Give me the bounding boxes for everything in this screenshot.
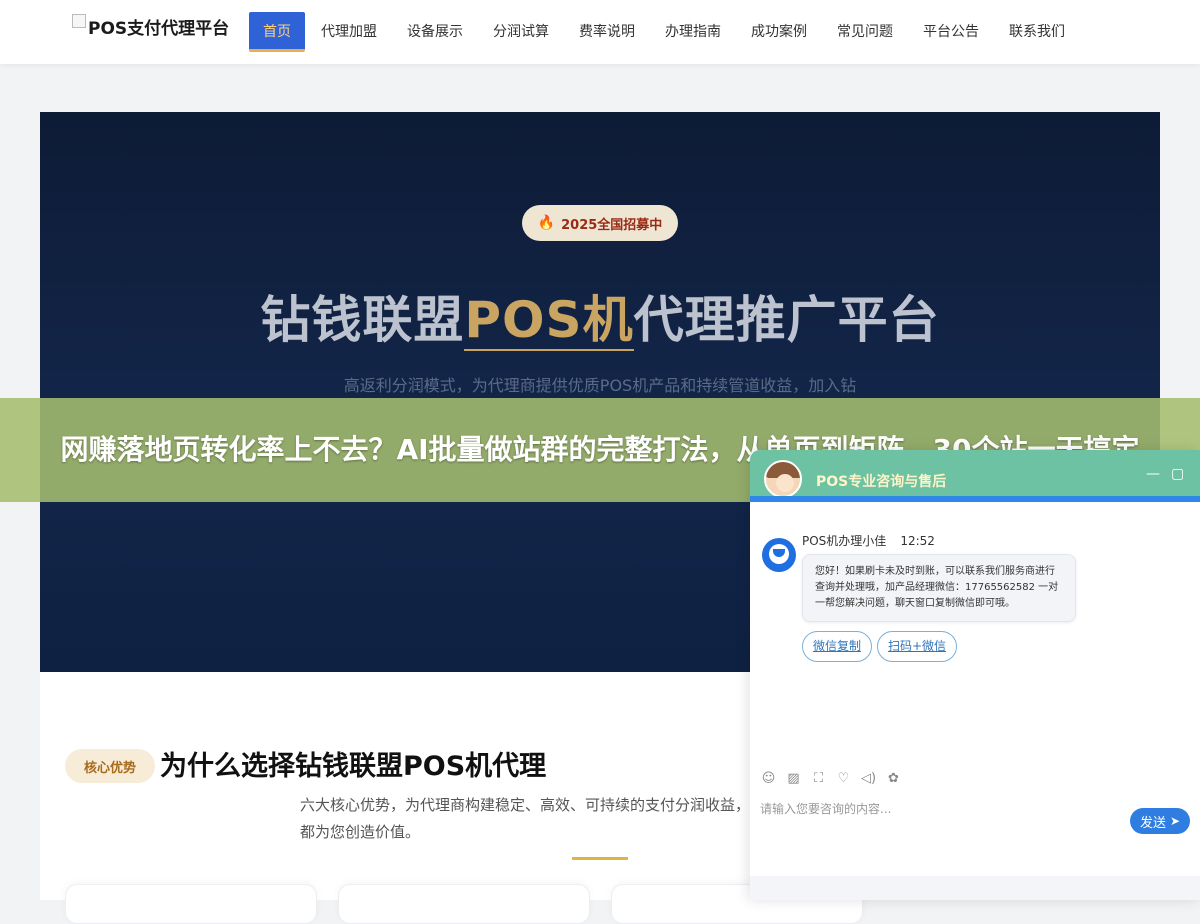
screenshot-icon[interactable]: ⛶ <box>810 770 827 787</box>
chat-toolbar: ☺ ▨ ⛶ ♡ ◁) ✿ <box>760 770 902 787</box>
site-logo[interactable]: POS支付代理平台 <box>72 13 230 39</box>
chat-footer <box>750 876 1200 900</box>
nav-item-notices[interactable]: 平台公告 <box>909 12 993 52</box>
main-nav: 首页 代理加盟 设备展示 分润试算 费率说明 办理指南 成功案例 常见问题 平台… <box>249 12 1081 52</box>
chat-title: POS专业咨询与售后 <box>816 474 947 490</box>
recruit-badge-label: 2025全国招募中 <box>561 217 663 233</box>
message-bubble: 您好！如果刷卡未及时到账，可以联系我们服务商进行查询并处理哦，加产品经理微信：1… <box>802 554 1076 622</box>
agent-avatar <box>764 460 802 498</box>
broken-image-icon <box>72 13 86 28</box>
section-description: 六大核心优势，为代理商构建稳定、高效、可持续的支付分润收益，易都为您创造价值。 <box>300 796 766 841</box>
message-time: 12:52 <box>900 534 935 548</box>
chat-header: POS专业咨询与售后 — ▢ <box>750 450 1200 502</box>
chat-input[interactable]: 请输入您要咨询的内容... <box>760 800 891 817</box>
send-button[interactable]: 发送 ➤ <box>1130 808 1190 834</box>
nav-item-rates[interactable]: 费率说明 <box>565 12 649 52</box>
hero-title-highlight: POS机 <box>464 291 634 351</box>
advantage-card <box>338 884 590 924</box>
rating-icon[interactable]: ♡ <box>835 770 852 787</box>
send-button-label: 发送 <box>1139 815 1166 831</box>
nav-item-home[interactable]: 首页 <box>249 12 305 52</box>
image-icon[interactable]: ▨ <box>785 770 802 787</box>
minimize-icon[interactable]: — <box>1146 466 1160 482</box>
message-meta: POS机办理小佳 12:52 <box>802 532 935 549</box>
hero-title-post: 代理推广平台 <box>633 291 940 349</box>
nav-item-devices[interactable]: 设备展示 <box>393 12 477 52</box>
nav-item-contact[interactable]: 联系我们 <box>995 12 1079 52</box>
scan-wechat-button[interactable]: 扫码+微信 <box>877 631 958 662</box>
site-header: POS支付代理平台 首页 代理加盟 设备展示 分润试算 费率说明 办理指南 成功… <box>0 0 1200 64</box>
emoji-icon[interactable]: ☺ <box>760 770 777 787</box>
section-tag: 核心优势 <box>65 749 155 783</box>
section-divider <box>572 857 628 860</box>
copy-wechat-button[interactable]: 微信复制 <box>802 631 873 662</box>
chat-widget: POS专业咨询与售后 — ▢ POS机办理小佳 12:52 您好！如果刷卡未及时到… <box>750 450 1200 900</box>
nav-item-profit-calc[interactable]: 分润试算 <box>479 12 563 52</box>
hero-subtitle: 高返利分润模式，为代理商提供优质POS机产品和持续管道收益，加入钻 <box>343 376 857 395</box>
advantage-card <box>65 884 317 924</box>
hero-title-pre: 钻钱联盟 <box>260 291 465 349</box>
nav-item-cases[interactable]: 成功案例 <box>737 12 821 52</box>
logo-text: POS支付代理平台 <box>88 19 230 39</box>
chat-bubbles-icon[interactable]: ✿ <box>885 770 902 787</box>
hero-title: 钻钱联盟POS机代理推广平台 <box>40 280 1160 352</box>
nav-item-guide[interactable]: 办理指南 <box>651 12 735 52</box>
send-arrow-icon: ➤ <box>1169 814 1181 828</box>
voice-icon[interactable]: ◁) <box>860 770 877 787</box>
nav-item-agent-join[interactable]: 代理加盟 <box>307 12 391 52</box>
recruit-badge: 🔥 2025全国招募中 <box>522 205 678 241</box>
flame-icon: 🔥 <box>537 215 556 231</box>
nav-item-faq[interactable]: 常见问题 <box>823 12 907 52</box>
message-sender: POS机办理小佳 <box>802 534 887 548</box>
bot-avatar <box>762 538 796 572</box>
chat-header-stripe <box>750 496 1200 502</box>
section-title: 为什么选择钻钱联盟POS机代理 <box>160 751 547 782</box>
maximize-icon[interactable]: ▢ <box>1171 466 1184 482</box>
